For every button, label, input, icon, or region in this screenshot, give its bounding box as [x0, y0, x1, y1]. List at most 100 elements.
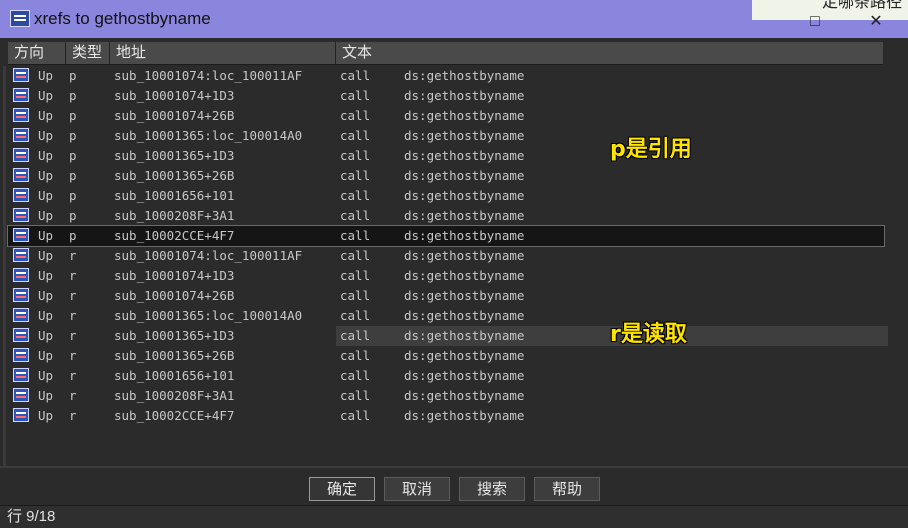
- table-row[interactable]: Up p sub_10001365:loc_100014A0 call ds:getho…: [8, 126, 884, 146]
- cell-text-arg: ds:gethostbyname: [404, 108, 525, 123]
- cell-address: sub_10001074+1D3: [114, 268, 235, 283]
- cell-type: p: [69, 228, 77, 243]
- column-header-direction[interactable]: 方向: [8, 42, 66, 64]
- xref-row-icon: [13, 68, 29, 82]
- xref-row-icon: [13, 208, 29, 222]
- left-scroll-edge: [3, 66, 6, 466]
- table-row[interactable]: Up r sub_10001365+26B call ds:gethostbyname: [8, 346, 884, 366]
- cell-text-arg: ds:gethostbyname: [404, 88, 525, 103]
- cell-address: sub_10001365+26B: [114, 348, 235, 363]
- cell-text-arg: ds:gethostbyname: [404, 368, 525, 383]
- close-button[interactable]: ✕: [866, 14, 886, 30]
- table-header: 方向 类型 地址 文本: [8, 42, 883, 65]
- table-row[interactable]: Up p sub_10001074+26B call ds:gethostbyname: [8, 106, 884, 126]
- cell-type: p: [69, 68, 77, 83]
- table-row[interactable]: Up r sub_10001365+1D3 call ds:gethostbyname: [8, 326, 888, 346]
- xref-row-icon: [13, 168, 29, 182]
- title-bar[interactable]: xrefs to gethostbyname 定哪条路径 □ ✕: [0, 0, 908, 38]
- cell-address: sub_10001074+26B: [114, 108, 235, 123]
- cell-text-arg: ds:gethostbyname: [404, 268, 525, 283]
- cell-text-arg: ds:gethostbyname: [404, 288, 525, 303]
- cell-address: sub_10001074:loc_100011AF: [114, 68, 303, 83]
- xref-row-icon: [13, 408, 29, 422]
- xref-row-icon: [13, 268, 29, 282]
- table-row[interactable]: Up p sub_10001656+101 call ds:gethostbyname: [8, 186, 884, 206]
- cancel-button[interactable]: 取消: [384, 477, 450, 501]
- table-row[interactable]: Up p sub_10001074+1D3 call ds:gethostbyname: [8, 86, 884, 106]
- cell-address: sub_10001074+1D3: [114, 88, 235, 103]
- cell-type: p: [69, 108, 77, 123]
- cell-type: r: [69, 248, 77, 263]
- column-header-text[interactable]: 文本: [336, 42, 883, 64]
- minimize-button[interactable]: □: [805, 14, 825, 30]
- table-row[interactable]: Up p sub_1000208F+3A1 call ds:gethostbyname: [8, 206, 884, 226]
- cell-address: sub_10001656+101: [114, 368, 235, 383]
- xref-row-icon: [13, 248, 29, 262]
- cell-type: r: [69, 368, 77, 383]
- xref-row-icon: [13, 348, 29, 362]
- table-row[interactable]: Up p sub_10001365+1D3 call ds:gethostbyname: [8, 146, 884, 166]
- cell-address: sub_10001365+1D3: [114, 148, 235, 163]
- table-row[interactable]: Up p sub_10001365+26B call ds:gethostbyname: [8, 166, 884, 186]
- cell-type: p: [69, 188, 77, 203]
- xref-row-icon: [13, 88, 29, 102]
- cell-type: p: [69, 168, 77, 183]
- cell-text-arg: ds:gethostbyname: [404, 408, 525, 423]
- xref-row-icon: [13, 328, 29, 342]
- cell-text-arg: ds:gethostbyname: [404, 348, 525, 363]
- cell-address: sub_10001365+26B: [114, 168, 235, 183]
- cell-address: sub_10002CCE+4F7: [114, 408, 235, 423]
- cell-type: r: [69, 328, 77, 343]
- cell-type: r: [69, 268, 77, 283]
- cell-address: sub_10001365:loc_100014A0: [114, 308, 303, 323]
- cell-address: sub_10001365:loc_100014A0: [114, 128, 303, 143]
- table-row[interactable]: Up p sub_10002CCE+4F7 call ds:gethostbyname: [7, 225, 885, 247]
- cell-text-arg: ds:gethostbyname: [404, 208, 525, 223]
- window-title: xrefs to gethostbyname: [34, 9, 211, 28]
- cell-type: p: [69, 148, 77, 163]
- cell-address: sub_10001656+101: [114, 188, 235, 203]
- help-button[interactable]: 帮助: [534, 477, 600, 501]
- cell-address: sub_1000208F+3A1: [114, 208, 235, 223]
- xref-row-icon: [13, 228, 29, 242]
- cell-type: p: [69, 208, 77, 223]
- table-row[interactable]: Up r sub_10001074:loc_100011AF call ds:getho…: [8, 246, 884, 266]
- xref-row-icon: [13, 128, 29, 142]
- annotation-r-read: r是读取: [610, 322, 687, 347]
- minimize-icon: □: [810, 13, 820, 30]
- annotation-p-reference: p是引用: [610, 137, 692, 162]
- table-row[interactable]: Up p sub_10001074:loc_100011AF call ds:getho…: [8, 66, 884, 86]
- table-row[interactable]: Up r sub_10001074+1D3 call ds:gethostbyname: [8, 266, 884, 286]
- column-header-type[interactable]: 类型: [66, 42, 110, 64]
- cell-text-arg: ds:gethostbyname: [404, 68, 525, 83]
- cell-text-arg: ds:gethostbyname: [404, 388, 525, 403]
- xref-row-icon: [13, 108, 29, 122]
- xref-row-icon: [13, 308, 29, 322]
- cell-text-arg: ds:gethostbyname: [404, 168, 525, 183]
- table-row[interactable]: Up r sub_10001656+101 call ds:gethostbyname: [8, 366, 884, 386]
- table-row[interactable]: Up r sub_10001074+26B call ds:gethostbyname: [8, 286, 884, 306]
- cell-type: r: [69, 408, 77, 423]
- cell-type: r: [69, 288, 77, 303]
- table-row[interactable]: Up r sub_10002CCE+4F7 call ds:gethostbyname: [8, 406, 884, 426]
- xref-row-icon: [13, 148, 29, 162]
- cell-text-arg: ds:gethostbyname: [404, 188, 525, 203]
- xref-row-icon: [13, 288, 29, 302]
- cell-type: p: [69, 88, 77, 103]
- cell-type: r: [69, 348, 77, 363]
- xref-row-icon: [13, 368, 29, 382]
- search-button[interactable]: 搜索: [459, 477, 525, 501]
- table-row[interactable]: Up r sub_10001365:loc_100014A0 call ds:getho…: [8, 306, 884, 326]
- table-row[interactable]: Up r sub_1000208F+3A1 call ds:gethostbyname: [8, 386, 884, 406]
- column-header-address[interactable]: 地址: [110, 42, 336, 64]
- xref-row-icon: [13, 188, 29, 202]
- table-empty-area: [8, 428, 884, 466]
- cell-text-arg: ds:gethostbyname: [404, 228, 525, 243]
- cell-type: p: [69, 128, 77, 143]
- cell-address: sub_10001074+26B: [114, 288, 235, 303]
- cell-type: r: [69, 308, 77, 323]
- status-bar: 行 9/18: [0, 505, 908, 528]
- ok-button[interactable]: 确定: [309, 477, 375, 501]
- xrefs-window-icon: [10, 10, 30, 27]
- xref-row-icon: [13, 388, 29, 402]
